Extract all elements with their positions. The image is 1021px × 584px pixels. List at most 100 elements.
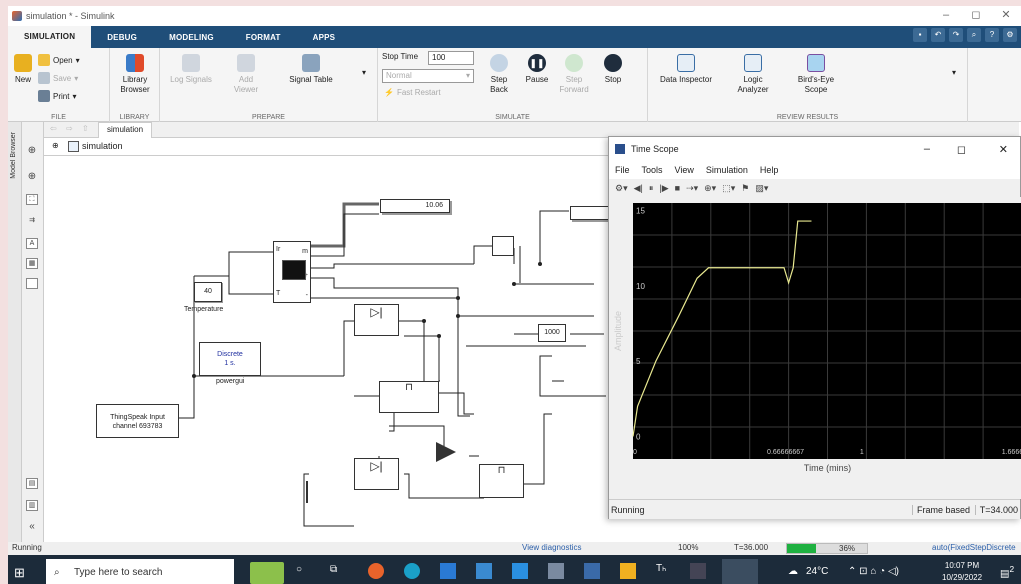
edge-icon[interactable] [404, 563, 420, 579]
temperature-constant-block[interactable]: 40 [194, 282, 222, 302]
save-button[interactable]: Save ▾ [38, 72, 78, 84]
tab-modeling[interactable]: MODELING [153, 28, 230, 48]
windows-start-icon[interactable]: ⊞ [14, 565, 25, 581]
close-button[interactable]: ✕ [991, 6, 1021, 24]
tab-apps[interactable]: APPS [297, 28, 352, 48]
simulation-mode-select[interactable]: Normal ▾ [382, 69, 474, 83]
scope-stop-icon[interactable]: ■ [675, 183, 680, 193]
app-icon[interactable] [584, 563, 600, 579]
area-icon[interactable] [26, 278, 38, 289]
system-tray-icons[interactable]: ⌃ ⊡ ⌂ ◔ ◁) [848, 566, 899, 577]
app-icon[interactable]: Tₕ [656, 563, 666, 574]
stop-time-input[interactable]: 100 [428, 51, 474, 65]
breadcrumb-model[interactable]: simulation [82, 141, 123, 151]
task-view-icon[interactable]: ⧉ [330, 564, 337, 575]
undo-icon[interactable]: ↶ [931, 28, 945, 42]
add-viewer-button[interactable]: Add Viewer [226, 54, 266, 95]
mail-icon[interactable] [476, 563, 492, 579]
minimize-button[interactable]: – [931, 6, 961, 24]
cortana-icon[interactable]: ○ [296, 564, 302, 575]
resistance-constant-block[interactable]: 1000 [538, 324, 566, 342]
signal-table-button[interactable]: Signal Table [288, 54, 334, 85]
matlab-taskbar-icon[interactable] [722, 559, 758, 584]
fast-restart-toggle[interactable]: ⚡ Fast Restart [384, 88, 441, 97]
prepare-expand-button[interactable]: ▾ [358, 68, 370, 78]
scope-menu-simulation[interactable]: Simulation [706, 165, 748, 175]
property-inspector-icon[interactable]: ▤ [26, 478, 38, 489]
pinned-app-icon[interactable] [250, 562, 284, 584]
maximize-button[interactable]: ◻ [961, 6, 991, 24]
model-data-icon[interactable]: ▥ [26, 500, 38, 511]
weather-temperature[interactable]: 24°C [806, 566, 828, 577]
log-signals-button[interactable]: Log Signals [166, 54, 216, 85]
thingspeak-input-block[interactable]: ThingSpeak Input channel 693783 [96, 404, 179, 438]
model-browser-sidebar[interactable]: Model Browser [8, 122, 22, 542]
tab-debug[interactable]: DEBUG [91, 28, 153, 48]
app-icon[interactable] [690, 563, 706, 579]
diode-block-1[interactable]: ▷| [354, 304, 399, 336]
app-icon[interactable] [512, 563, 528, 579]
up-arrow-icon[interactable]: ⇧ [82, 124, 89, 133]
pv-array-block[interactable]: Ir T m + - [273, 241, 311, 303]
birds-eye-scope-button[interactable]: Bird's-Eye Scope [788, 54, 844, 95]
step-back-button[interactable]: Step Back [482, 54, 516, 95]
powergui-block[interactable]: Discrete 1 s. [199, 342, 261, 376]
scope-menu-view[interactable]: View [675, 165, 694, 175]
scope-menu-tools[interactable]: Tools [642, 165, 663, 175]
print-button[interactable]: Print ▾ [38, 90, 76, 102]
save-quick-icon[interactable]: ▪ [913, 28, 927, 42]
tab-simulation[interactable]: SIMULATION [8, 26, 92, 48]
model-canvas[interactable]: Ir T m + - 10.06 0.014 40 Temperature Di… [44, 156, 634, 541]
file-explorer-icon[interactable] [620, 563, 636, 579]
help-icon[interactable]: ? [985, 28, 999, 42]
collapse-icon[interactable]: « [26, 522, 38, 533]
annotation-icon[interactable]: A [26, 238, 38, 249]
zoom-icon[interactable]: ⊕ [26, 172, 38, 183]
scope-highlight-icon[interactable]: ⇢▾ [686, 183, 698, 194]
calculator-icon[interactable] [548, 563, 564, 579]
logic-analyzer-button[interactable]: Logic Analyzer [728, 54, 778, 95]
hide-browser-icon[interactable]: ⊕ [26, 146, 38, 157]
model-tab[interactable]: simulation [98, 122, 153, 138]
scope-triggers-icon[interactable]: ⚑ [741, 183, 749, 194]
fit-to-view-icon[interactable]: ⛶ [26, 194, 38, 205]
scope-settings-icon[interactable]: ⚙▾ [615, 183, 628, 194]
route-lines-icon[interactable]: ⇉ [26, 216, 38, 227]
back-arrow-icon[interactable]: ⇦ [50, 124, 57, 133]
current-measurement-block[interactable] [492, 236, 514, 256]
view-diagnostics-link[interactable]: View diagnostics [522, 543, 581, 552]
notification-center-icon[interactable]: ▤2 [1000, 564, 1014, 579]
search-doc-icon[interactable]: ⌕ [967, 28, 981, 42]
scope-plot[interactable]: 0 5 10 15 0 0.66666667 1 1.66666 Time (mins) Ampl… [609, 197, 1021, 499]
scope-minimize-button[interactable]: – [924, 143, 930, 155]
image-icon[interactable]: ▦ [26, 258, 38, 269]
chrome-icon[interactable] [368, 563, 384, 579]
taskbar-search-box[interactable]: ⌕ Type here to search [46, 559, 234, 584]
scope-autoscale-icon[interactable]: ⬚▾ [722, 183, 735, 194]
step-forward-button[interactable]: Step Forward [556, 54, 592, 95]
not-gate-block[interactable] [436, 442, 456, 462]
scope-maximize-button[interactable]: ◻ [957, 143, 966, 156]
mosfet-block-2[interactable]: ⊓ [479, 464, 524, 498]
stop-button[interactable]: Stop [598, 54, 628, 85]
battery-block[interactable] [306, 481, 318, 503]
scope-close-button[interactable]: ✕ [999, 143, 1008, 156]
display-block-1[interactable]: 10.06 [380, 199, 450, 213]
review-expand-button[interactable]: ▾ [948, 68, 960, 78]
solver-link[interactable]: auto(FixedStepDiscrete [932, 543, 1016, 552]
scope-measurements-icon[interactable]: ▨▾ [755, 183, 768, 194]
forward-arrow-icon[interactable]: ⇨ [66, 124, 73, 133]
redo-icon[interactable]: ↷ [949, 28, 963, 42]
mosfet-block-1[interactable]: ⊓ [379, 381, 439, 413]
scope-menu-help[interactable]: Help [760, 165, 779, 175]
new-button[interactable]: New [10, 54, 36, 85]
store-icon[interactable] [440, 563, 456, 579]
explorer-expand-icon[interactable]: ⊕ [52, 141, 59, 150]
tab-format[interactable]: FORMAT [230, 28, 297, 48]
settings-icon[interactable]: ⚙ [1003, 28, 1017, 42]
scope-menu-file[interactable]: File [615, 165, 630, 175]
scope-zoom-icon[interactable]: ⊕▾ [704, 183, 716, 194]
scope-step-back-icon[interactable]: ◀| [634, 183, 643, 194]
open-button[interactable]: Open ▾ [38, 54, 80, 66]
scope-pause-icon[interactable]: ⏸ [649, 183, 654, 194]
